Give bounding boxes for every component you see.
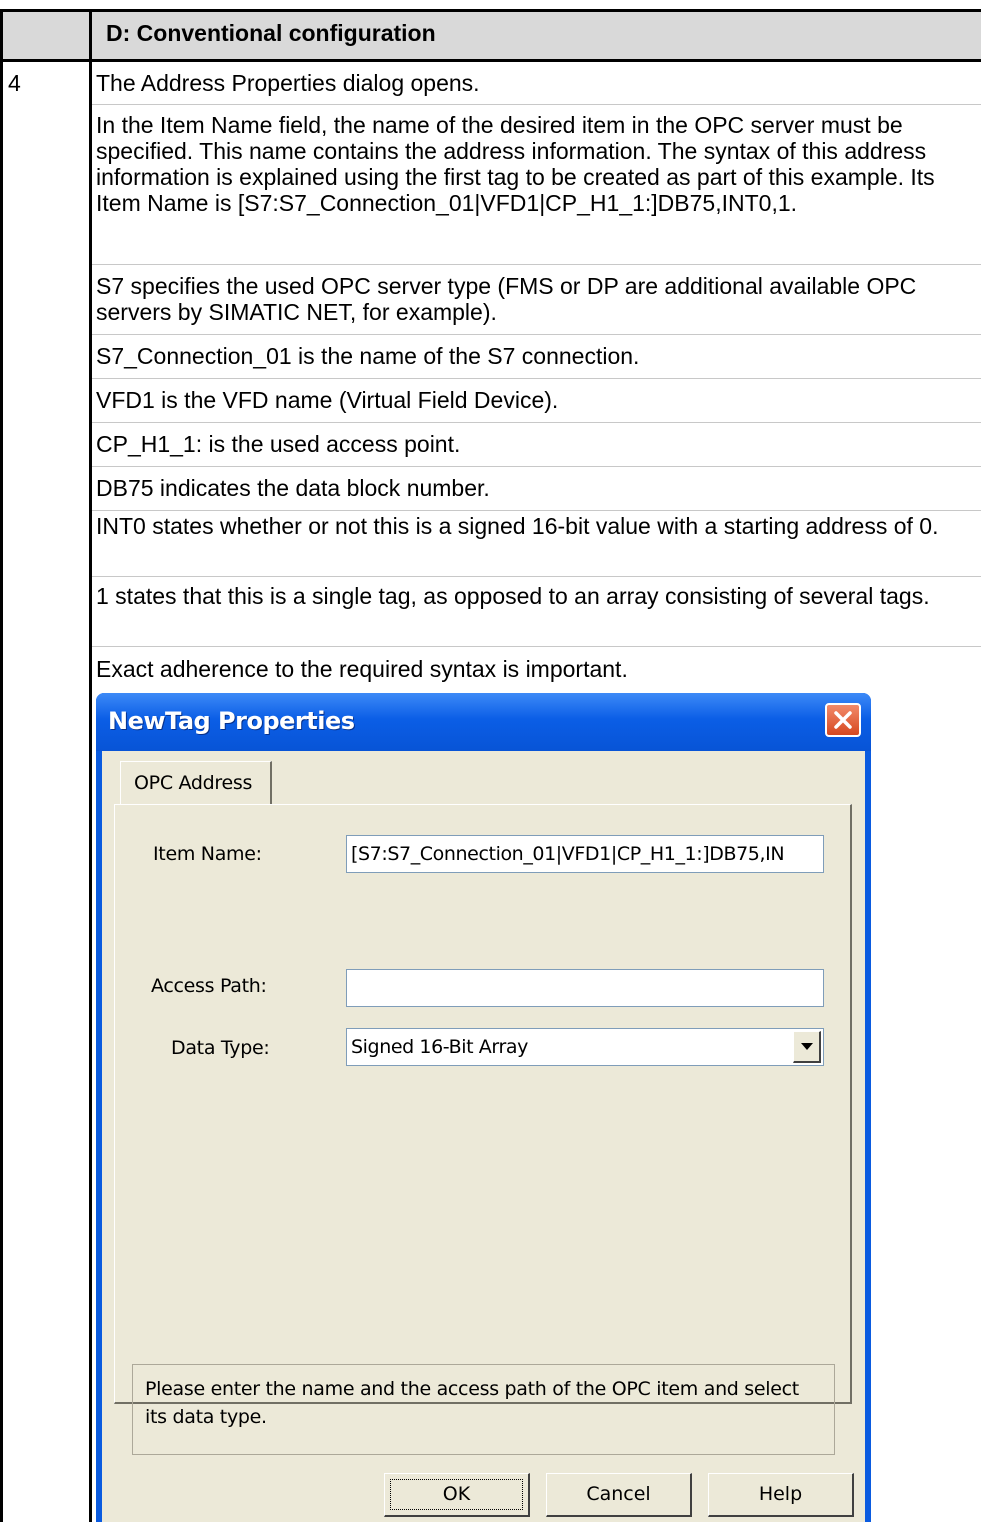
access-path-label: Access Path: xyxy=(151,975,267,997)
dialog-title: NewTag Properties xyxy=(108,707,355,735)
paragraph-int0: INT0 states whether or not this is a sig… xyxy=(96,513,939,539)
access-path-field[interactable] xyxy=(346,969,824,1007)
paragraph-s7: S7 specifies the used OPC server type (F… xyxy=(96,273,917,325)
item-name-label: Item Name: xyxy=(153,843,262,865)
paragraph-divider xyxy=(92,646,981,647)
paragraph-divider xyxy=(92,334,981,335)
help-button[interactable]: Help xyxy=(708,1473,854,1517)
data-type-dropdown-button[interactable] xyxy=(793,1031,821,1063)
focus-rectangle xyxy=(390,1479,523,1510)
data-type-value: Signed 16-Bit Array xyxy=(351,1036,528,1058)
dialog-body: OPC Address Item Name: [S7:S7_Connection… xyxy=(102,751,865,1522)
data-type-select[interactable]: Signed 16-Bit Array xyxy=(346,1028,824,1066)
paragraph-divider xyxy=(92,378,981,379)
table-header-title: D: Conventional configuration xyxy=(106,20,436,46)
close-icon[interactable] xyxy=(825,703,861,737)
hint-box: Please enter the name and the access pat… xyxy=(132,1364,835,1455)
close-glyph xyxy=(834,711,852,729)
paragraph-divider xyxy=(92,104,981,105)
ok-button[interactable]: OK xyxy=(384,1473,530,1517)
paragraph-divider xyxy=(92,264,981,265)
dialog-titlebar[interactable]: NewTag Properties xyxy=(96,693,871,751)
paragraph-divider xyxy=(92,576,981,577)
data-type-label: Data Type: xyxy=(171,1037,270,1059)
chevron-down-icon xyxy=(801,1043,813,1050)
item-name-field[interactable]: [S7:S7_Connection_01|VFD1|CP_H1_1:]DB75,… xyxy=(346,835,824,873)
paragraph-access-point: CP_H1_1: is the used access point. xyxy=(96,431,461,457)
table-top-border xyxy=(0,9,981,12)
paragraph-syntax: Exact adherence to the required syntax i… xyxy=(96,656,628,682)
paragraph-vfd: VFD1 is the VFD name (Virtual Field Devi… xyxy=(96,387,559,413)
paragraph-divider xyxy=(92,466,981,467)
cancel-button[interactable]: Cancel xyxy=(546,1473,692,1517)
paragraph-item-name: In the Item Name field, the name of the … xyxy=(96,112,935,216)
paragraph-divider xyxy=(92,422,981,423)
step-number: 4 xyxy=(8,70,21,96)
table-column-divider xyxy=(89,9,92,1522)
tab-panel: Item Name: [S7:S7_Connection_01|VFD1|CP_… xyxy=(114,804,852,1404)
paragraph-single-tag: 1 states that this is a single tag, as o… xyxy=(96,583,930,609)
paragraph-connection: S7_Connection_01 is the name of the S7 c… xyxy=(96,343,640,369)
paragraph-db: DB75 indicates the data block number. xyxy=(96,475,490,501)
table-left-border xyxy=(0,9,3,1522)
tab-opc-address[interactable]: OPC Address xyxy=(120,761,272,805)
table-header-border xyxy=(0,59,981,62)
paragraph-divider xyxy=(92,510,981,511)
newtag-properties-dialog: NewTag Properties OPC Address Item Name:… xyxy=(96,693,871,1522)
paragraph-intro: The Address Properties dialog opens. xyxy=(96,70,480,96)
